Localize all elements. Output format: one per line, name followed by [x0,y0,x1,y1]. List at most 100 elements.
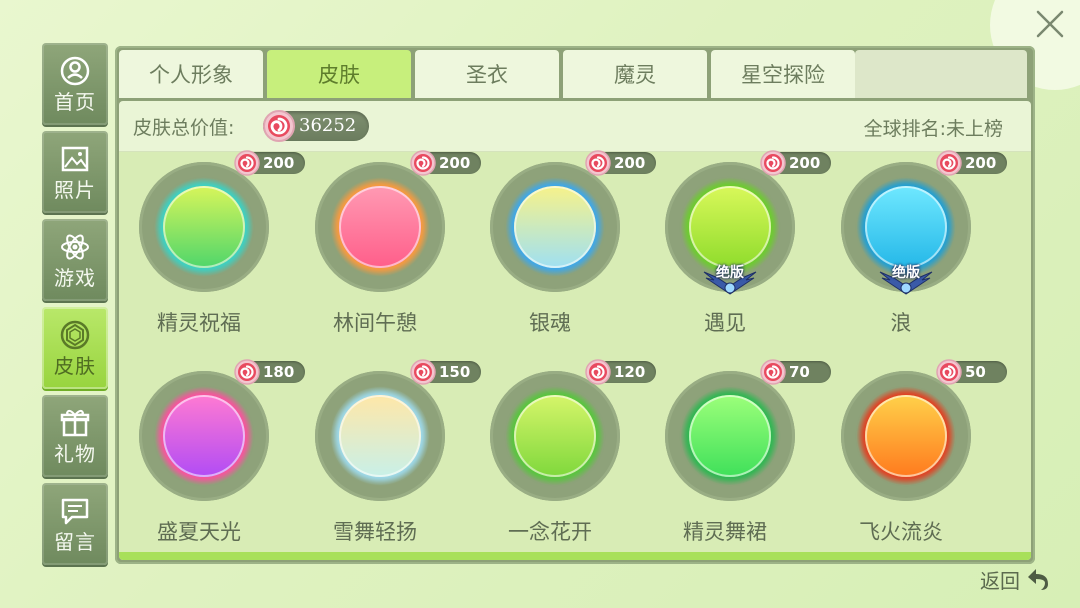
sidebar: 首页 照片 游戏 皮肤 礼物 留言 [42,43,108,571]
candy-coin-icon [410,150,436,176]
skin-name: 雪舞轻扬 [333,520,417,544]
skin-price: 200 [585,150,656,176]
candy-coin-icon [936,150,962,176]
skin-price-value: 200 [789,154,821,172]
tab-bar: 个人形象 皮肤 圣衣 魔灵 星空探险 [119,50,859,98]
skin-name: 一念花开 [508,520,592,544]
badge-label: 绝版 [716,265,744,281]
skin-price: 50 [936,359,1007,385]
skin-price-value: 200 [263,154,295,172]
candy-coin-icon [936,359,962,385]
scroll-indicator[interactable] [119,552,1031,560]
atom-icon [61,234,89,260]
skin-orb [865,395,947,477]
close-button[interactable] [1032,6,1068,42]
total-value-pill: 36252 [263,110,369,142]
skin-orb [514,395,596,477]
sidebar-item-label: 照片 [54,178,96,202]
skin-price-value: 200 [965,154,997,172]
message-icon [61,498,89,525]
tab-bar-filler [855,50,1027,98]
gem-icon [60,320,90,350]
sidebar-item-games[interactable]: 游戏 [42,219,108,301]
tab-holy-garment[interactable]: 圣衣 [415,50,559,98]
sidebar-item-photos[interactable]: 照片 [42,131,108,213]
skin-price: 200 [410,150,481,176]
global-rank: 全球排名:未上榜 [863,118,1003,140]
candy-coin-icon [263,110,295,142]
sidebar-item-home[interactable]: 首页 [42,43,108,125]
skin-grid: 200 精灵祝福 200 林间午憩 200 银魂 200 绝版 遇见 200 绝版浪 180 盛夏天光 1… [119,150,1031,552]
skins-content: 皮肤总价值: 36252 全球排名:未上榜 200 精灵祝福 200 林间午憩 200 银… [119,101,1031,560]
skin-price-value: 180 [263,363,295,381]
skin-orb [339,395,421,477]
skin-price-value: 120 [614,363,646,381]
skin-name: 飞火流炎 [859,520,943,544]
skin-price: 120 [585,359,656,385]
sidebar-item-gifts[interactable]: 礼物 [42,395,108,477]
tab-demon-spirit[interactable]: 魔灵 [563,50,707,98]
skin-name: 遇见 [704,311,746,335]
skin-name: 银魂 [529,311,571,335]
skin-price-value: 50 [965,363,986,381]
close-icon [1036,10,1064,38]
limited-edition-badge: 绝版 [700,264,760,298]
skin-item[interactable]: 70 精灵舞裙 [650,359,831,560]
skin-price: 180 [234,359,305,385]
tab-avatar[interactable]: 个人形象 [119,50,263,98]
skin-item[interactable]: 120 一念花开 [475,359,656,560]
sidebar-item-messages[interactable]: 留言 [42,483,108,565]
user-circle-icon [60,56,90,86]
skin-orb [163,395,245,477]
skin-item[interactable]: 150 雪舞轻扬 [300,359,481,560]
candy-coin-icon [585,359,611,385]
skins-panel: 个人形象 皮肤 圣衣 魔灵 星空探险 皮肤总价值: 36252 全球排名:未上榜… [115,46,1035,564]
tab-star-adventure[interactable]: 星空探险 [711,50,855,98]
sidebar-item-label: 礼物 [54,442,96,466]
gift-icon [60,409,90,437]
candy-coin-icon [585,150,611,176]
skin-price: 200 [234,150,305,176]
skin-orb [514,186,596,268]
skin-orb [339,186,421,268]
skin-item[interactable]: 200 林间午憩 [300,150,481,352]
skin-orb [689,395,771,477]
back-button[interactable]: 返回 [980,564,1052,594]
skin-item[interactable]: 200 绝版遇见 [650,150,831,352]
skin-price-value: 70 [789,363,810,381]
skin-item[interactable]: 200 银魂 [475,150,656,352]
back-label: 返回 [980,568,1020,593]
photo-icon [61,146,89,172]
skin-price-value: 200 [614,154,646,172]
skin-price: 70 [760,359,831,385]
total-value: 36252 [299,115,357,136]
summary-bar: 皮肤总价值: 36252 全球排名:未上榜 [119,101,1031,152]
sidebar-item-skins[interactable]: 皮肤 [42,307,108,389]
skin-price: 150 [410,359,481,385]
total-value-label: 皮肤总价值: [133,117,235,139]
skin-orb [865,186,947,268]
candy-coin-icon [234,150,260,176]
candy-coin-icon [760,150,786,176]
skin-orb [163,186,245,268]
skin-name: 浪 [890,311,912,335]
limited-edition-badge: 绝版 [876,264,936,298]
skin-item[interactable]: 200 精灵祝福 [124,150,305,352]
skin-item[interactable]: 180 盛夏天光 [124,359,305,560]
skin-price: 200 [936,150,1007,176]
skin-name: 盛夏天光 [157,520,241,544]
sidebar-item-label: 首页 [54,90,96,114]
skin-item[interactable]: 200 绝版浪 [826,150,1007,352]
skin-price: 200 [760,150,831,176]
candy-coin-icon [234,359,260,385]
back-arrow-icon [1028,569,1048,590]
candy-coin-icon [760,359,786,385]
badge-label: 绝版 [892,265,920,281]
skin-orb [689,186,771,268]
sidebar-item-label: 游戏 [54,266,96,290]
skin-name: 精灵舞裙 [683,520,767,544]
tab-skins[interactable]: 皮肤 [267,50,411,98]
skin-item[interactable]: 50 飞火流炎 [826,359,1007,560]
skin-price-value: 150 [439,363,471,381]
skin-name: 精灵祝福 [157,311,241,335]
